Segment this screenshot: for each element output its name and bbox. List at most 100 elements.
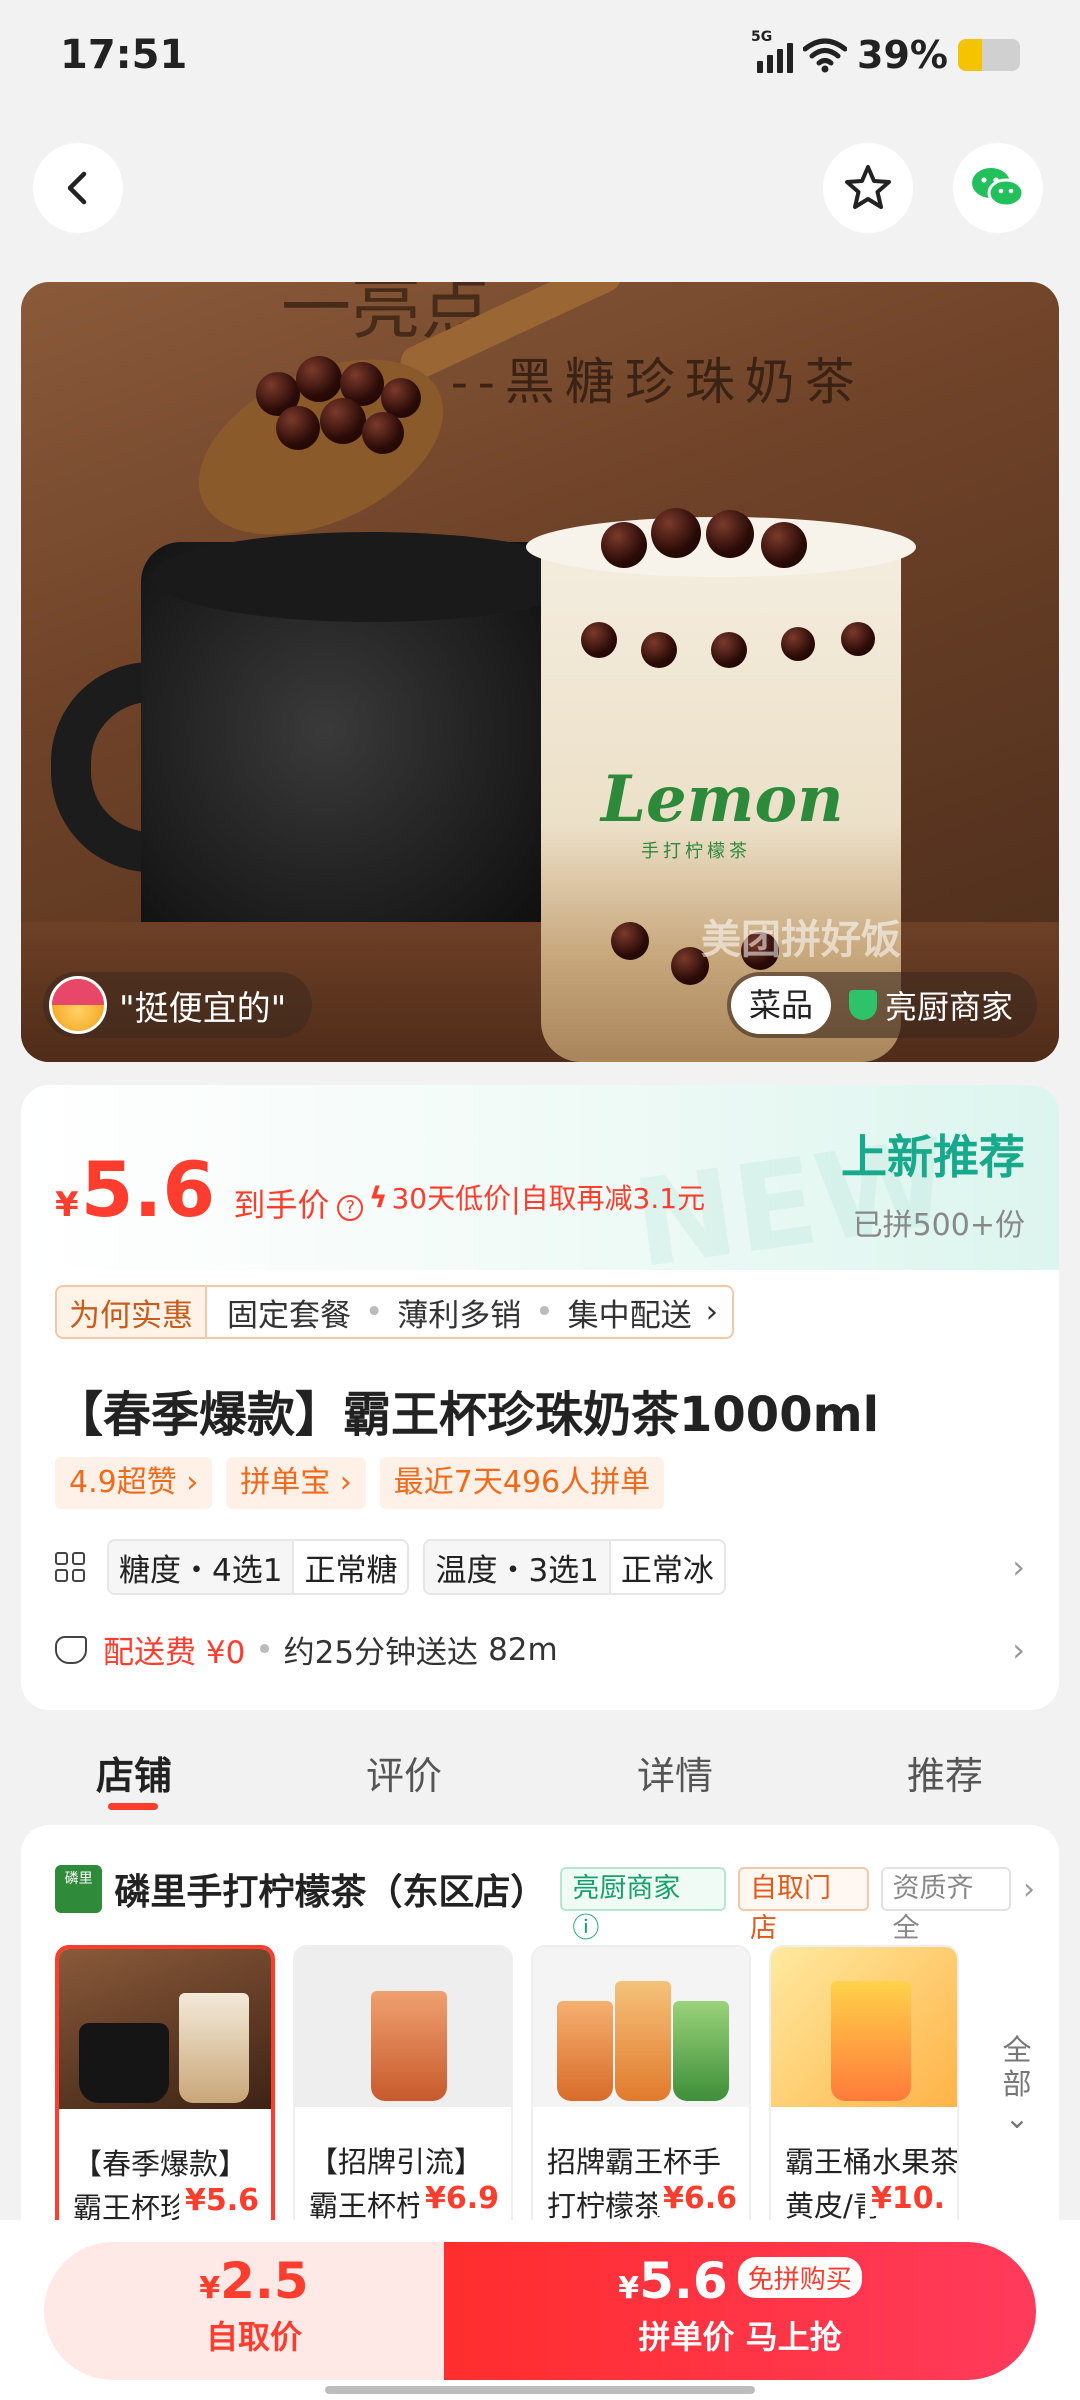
- dish-tag[interactable]: 菜品: [730, 976, 831, 1034]
- product-info-card: NEW ¥ 5.6 到手价 ? ϟ 30天低价|自取再减3.1元 上新推荐 已拼…: [21, 1085, 1059, 1710]
- no-group-badge: 免拼购买: [737, 2257, 862, 2298]
- store-product-card[interactable]: 招牌霸王杯手 打柠檬茶 ¥6.6: [531, 1945, 751, 2235]
- network-type: 5G: [751, 29, 773, 45]
- store-product-card[interactable]: 【招牌引流】 霸王杯柠 ¥6.9: [293, 1945, 513, 2235]
- sweetness-label: 糖度・4选1: [109, 1541, 295, 1593]
- tab-details[interactable]: 详情: [637, 1745, 713, 1800]
- wifi-icon: [803, 38, 848, 73]
- chevron-down-icon: ⌄: [1004, 2101, 1030, 2135]
- separator-dot: •: [255, 1631, 274, 1668]
- group-currency: ¥: [618, 2271, 640, 2306]
- cup-brand-logo: Lemon: [601, 762, 844, 837]
- help-icon: ⓘ: [572, 1913, 600, 1944]
- product-thumbnail: [295, 1947, 511, 2107]
- sweetness-value: 正常糖: [304, 1552, 398, 1589]
- chevron-right-icon: ›: [1012, 1630, 1025, 1669]
- bright-kitchen-tag[interactable]: 亮厨商家: [831, 982, 1033, 1028]
- battery-icon: [958, 39, 1020, 71]
- home-indicator: [325, 2386, 755, 2394]
- status-icons: 5G 39%: [751, 29, 1020, 80]
- store-logo: 磷里: [55, 1865, 103, 1913]
- group-label: 拼单价 马上抢: [638, 2318, 842, 2356]
- view-all-label: 全部: [1002, 2033, 1032, 2101]
- battery-fill: [958, 39, 983, 71]
- price-currency: ¥: [55, 1185, 79, 1225]
- product-price: ¥6.6: [656, 2181, 737, 2216]
- store-tag-qualified: 资质齐全: [880, 1867, 1011, 1944]
- chevron-left-icon: [67, 171, 87, 205]
- temperature-value: 正常冰: [620, 1552, 714, 1589]
- options-grid-icon: [55, 1552, 85, 1582]
- separator-dot: •: [535, 1294, 554, 1330]
- price-value: 5.6: [80, 1145, 216, 1234]
- new-recommend-title: 上新推荐: [841, 1130, 1025, 1184]
- product-name-line1: 【春季爆款】: [73, 2147, 248, 2181]
- tag-label: 亮厨商家: [572, 1873, 681, 1904]
- group-price-row: ¥5.6 免拼购买: [444, 2252, 1036, 2310]
- chevron-right-icon: ›: [705, 1294, 718, 1330]
- review-quote-text: "挺便宜的": [119, 988, 287, 1029]
- wechat-share-button[interactable]: [953, 143, 1043, 233]
- review-quote-pill[interactable]: "挺便宜的": [43, 972, 313, 1038]
- promo-text-row: ϟ 30天低价|自取再减3.1元: [369, 1177, 705, 1217]
- why-item: 集中配送: [567, 1297, 692, 1334]
- avatar: [49, 976, 107, 1034]
- view-all-button[interactable]: 全部 ⌄: [997, 2033, 1037, 2135]
- price-banner: NEW ¥ 5.6 到手价 ? ϟ 30天低价|自取再减3.1元 上新推荐 已拼…: [21, 1085, 1059, 1295]
- store-product-card[interactable]: 【春季爆款】 霸王杯珍 ¥5.6: [55, 1945, 275, 2235]
- active-tab-indicator: [108, 1803, 158, 1810]
- tab-store[interactable]: 店铺: [96, 1745, 172, 1800]
- cup-brand-subtitle: 手打柠檬茶: [641, 841, 751, 862]
- product-thumbnail: [533, 1947, 749, 2107]
- delivery-time: 约25分钟送达: [283, 1635, 479, 1671]
- price-label: 到手价: [233, 1186, 330, 1224]
- group-buy-button[interactable]: ¥5.6 免拼购买 拼单价 马上抢: [444, 2242, 1036, 2380]
- group-treasure-badge[interactable]: 拼单宝 ›: [226, 1457, 366, 1509]
- store-tag-bright-kitchen: 亮厨商家 ⓘ: [560, 1867, 726, 1944]
- delivery-row[interactable]: 配送费 ¥0 • 约25分钟送达 82m ›: [55, 1627, 1025, 1672]
- product-name-line1: 招牌霸王杯手: [547, 2145, 722, 2179]
- section-tabs: 店铺 评价 详情 推荐: [0, 1735, 1080, 1815]
- chevron-right-icon: ›: [1012, 1548, 1025, 1586]
- product-thumbnail: [771, 1947, 957, 2107]
- pickup-buy-button[interactable]: ¥2.5 自取价: [44, 2242, 464, 2380]
- spoon-pearls: [236, 342, 446, 482]
- battery-percent: 39%: [857, 33, 948, 77]
- store-name: 磷里手打柠檬茶（东区店）: [114, 1872, 547, 1913]
- tab-reviews[interactable]: 评价: [366, 1745, 442, 1800]
- product-title: 【春季爆款】霸王杯珍珠奶茶1000ml: [55, 1387, 880, 1443]
- product-price: ¥6.9: [418, 2181, 499, 2216]
- store-tag-pickup: 自取门店: [738, 1867, 869, 1944]
- product-name-line1: 【招牌引流】: [309, 2145, 484, 2179]
- product-badges: 4.9超赞 › 拼单宝 › 最近7天496人拼单: [55, 1457, 665, 1509]
- sweetness-option[interactable]: 糖度・4选1 正常糖: [107, 1539, 410, 1595]
- pickup-price-row: ¥2.5: [44, 2252, 464, 2310]
- why-item: 固定套餐: [227, 1297, 351, 1334]
- purchase-bar: ¥2.5 自取价 ¥5.6 免拼购买 拼单价 马上抢: [0, 2220, 1080, 2400]
- mug-opening: [151, 532, 591, 622]
- tab-recommend[interactable]: 推荐: [907, 1745, 983, 1800]
- favorite-button[interactable]: [823, 143, 913, 233]
- spec-options-row[interactable]: 糖度・4选1 正常糖 温度・3选1 正常冰 ›: [55, 1539, 1025, 1595]
- help-icon[interactable]: ?: [337, 1194, 364, 1221]
- pickup-label: 自取价: [205, 2318, 302, 2356]
- delivery-scooter-icon: [55, 1635, 87, 1664]
- star-icon: [845, 165, 891, 209]
- store-product-card[interactable]: 霸王桶水果茶 黄皮/青 ¥10.: [769, 1945, 959, 2235]
- promo-text: 30天低价|自取再减3.1元: [391, 1182, 706, 1215]
- sold-count: 已拼500+份: [852, 1208, 1025, 1243]
- store-header[interactable]: 磷里 磷里手打柠檬茶（东区店） 亮厨商家 ⓘ 自取门店 资质齐全 ›: [55, 1863, 1035, 1944]
- delivery-distance: 82m: [488, 1631, 558, 1668]
- bright-kitchen-label: 亮厨商家: [884, 988, 1013, 1026]
- pickup-price: 2.5: [220, 2252, 309, 2310]
- back-button[interactable]: [33, 143, 123, 233]
- product-price: ¥5.6: [178, 2183, 259, 2218]
- product-price: ¥10.: [864, 2181, 945, 2216]
- rating-badge[interactable]: 4.9超赞 ›: [55, 1457, 213, 1509]
- why-cheap-items: 固定套餐 • 薄利多销 • 集中配送 ›: [207, 1290, 732, 1335]
- delivery-fee: 配送费 ¥0: [103, 1635, 246, 1671]
- temperature-option[interactable]: 温度・3选1 正常冰: [423, 1539, 726, 1595]
- product-hero-image[interactable]: 一亮点 --黑糖珍珠奶茶 Lemon 手打柠檬茶 美团拼好饭 "挺便宜的" 菜品…: [21, 282, 1059, 1062]
- why-cheap-row[interactable]: 为何实惠 固定套餐 • 薄利多销 • 集中配送 ›: [55, 1285, 734, 1339]
- watermark: 美团拼好饭: [701, 917, 901, 963]
